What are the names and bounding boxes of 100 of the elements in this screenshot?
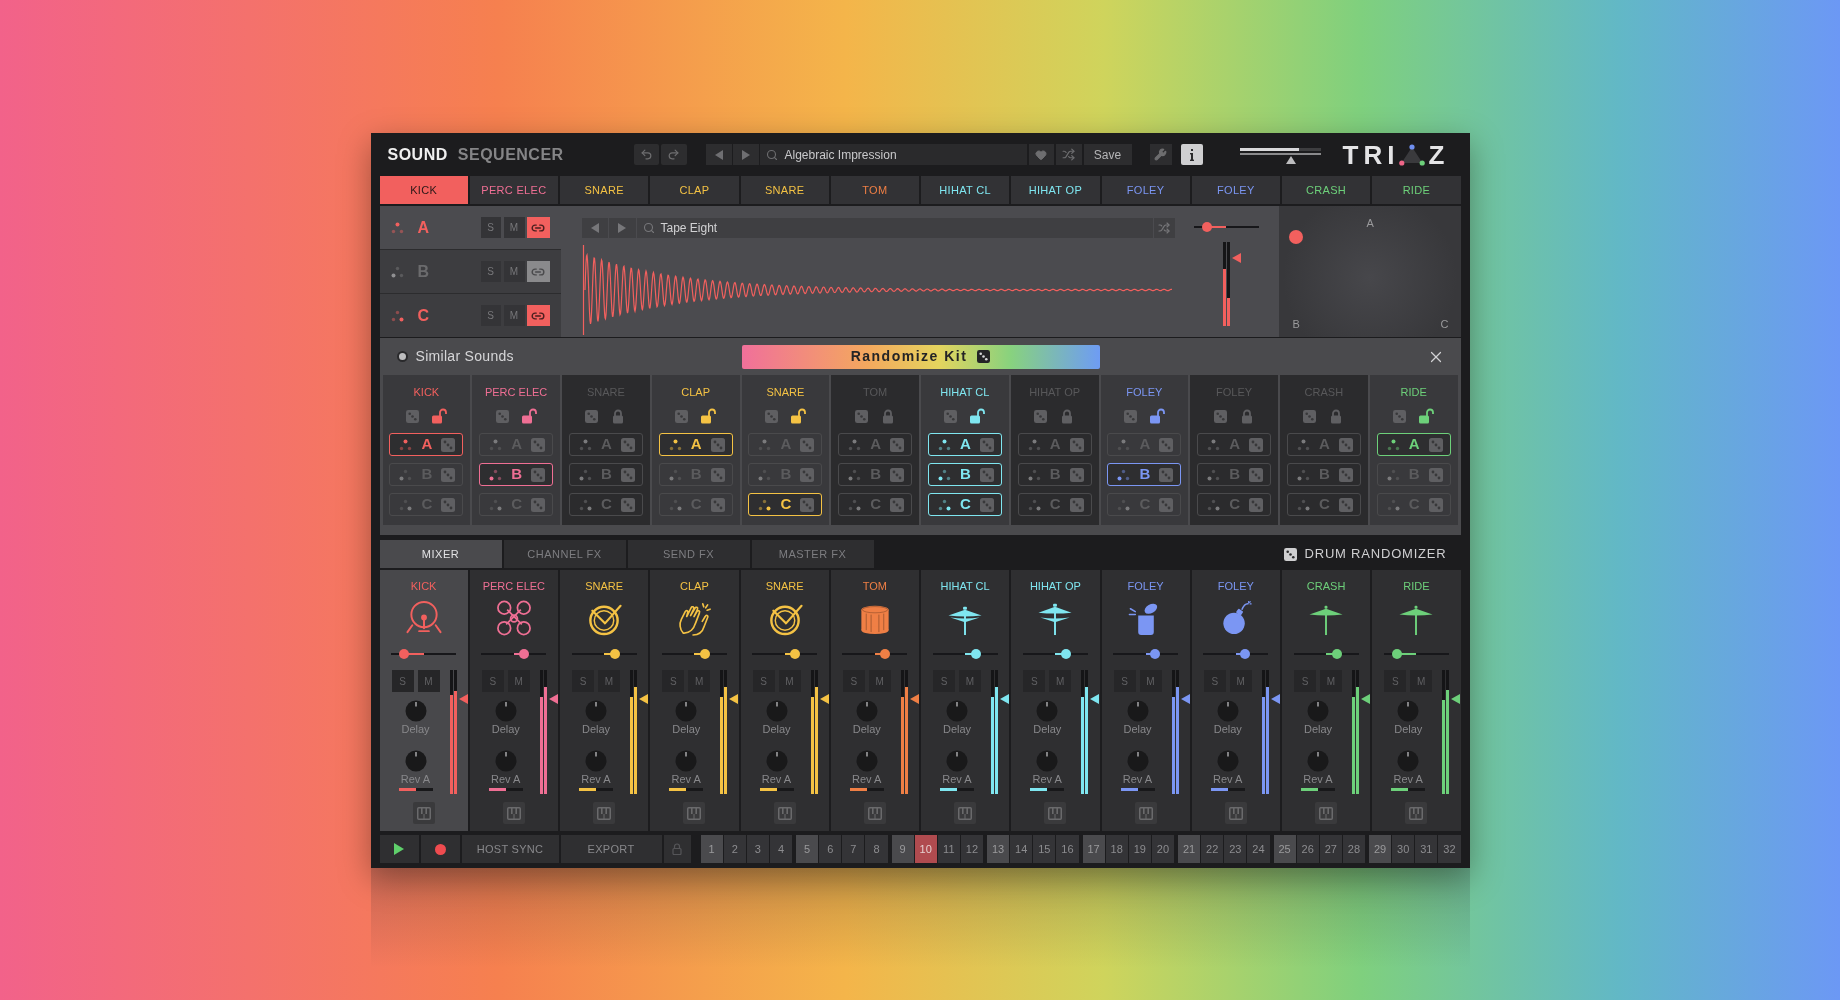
pan-slider[interactable] [661,649,727,659]
previous-button[interactable] [705,144,732,165]
next-sample-button[interactable] [608,218,636,238]
pan-slider[interactable] [1022,649,1088,659]
previous-sample-button[interactable] [581,218,608,238]
mixer-strip[interactable]: RIDE S M Delay Rev A [1372,570,1461,831]
step-button[interactable]: 5 [796,835,819,863]
similar-sounds-toggle[interactable] [396,351,408,362]
slider-thumb[interactable] [1239,649,1250,659]
fader-handle[interactable] [1361,693,1370,704]
favorite-button[interactable] [1028,144,1054,165]
mixer-tab[interactable]: SEND FX [627,540,750,568]
preset-search-field[interactable]: Algebraic Impression [759,144,1027,165]
record-button[interactable] [420,835,460,863]
mixer-tab[interactable]: CHANNEL FX [503,540,626,568]
solo-button[interactable]: S [480,261,501,282]
step-button[interactable]: 1 [700,835,723,863]
link-button[interactable] [526,217,550,238]
delay-knob[interactable] [1307,700,1329,722]
slider-thumb[interactable] [519,649,530,659]
pan-slider[interactable] [1203,649,1269,659]
step-button[interactable]: 32 [1438,835,1461,863]
mute-button[interactable]: M [959,670,981,692]
delay-knob[interactable] [585,700,607,722]
step-button[interactable]: 28 [1342,835,1365,863]
delay-knob[interactable] [404,700,427,722]
layer-button[interactable]: A [1376,433,1451,456]
save-button[interactable]: Save [1083,144,1132,165]
pan-slider[interactable] [571,649,637,659]
instrument-tab[interactable]: SNARE [740,176,829,204]
dice-icon[interactable] [405,409,419,423]
step-button[interactable]: 8 [865,835,888,863]
export-button[interactable]: EXPORT [560,835,662,863]
keyboard-button[interactable] [863,802,886,824]
mixer-tab[interactable]: MASTER FX [751,540,874,568]
mute-button[interactable]: M [503,217,525,238]
xy-handle[interactable] [1288,230,1303,244]
fader-handle[interactable] [1000,693,1009,704]
mute-button[interactable]: M [1049,670,1072,692]
unlock-icon[interactable] [1418,408,1435,424]
keyboard-button[interactable] [1044,802,1067,824]
mixer-strip[interactable]: CLAP S M Delay Rev A [650,570,739,831]
step-button[interactable]: 6 [819,835,842,863]
layer-row[interactable]: C S M [379,294,561,337]
sample-search-field[interactable]: Tape Eight [636,218,1153,238]
dice-icon[interactable] [1123,409,1137,423]
pan-slider[interactable] [1383,649,1449,659]
reverb-knob[interactable] [946,750,968,772]
settings-button[interactable] [1149,144,1172,165]
view-tab[interactable]: SOUND [387,144,448,165]
instrument-tab[interactable]: HIHAT CL [921,176,1010,204]
slider-thumb[interactable] [399,649,410,659]
step-button[interactable]: 17 [1082,835,1105,863]
instrument-tab[interactable]: FOLEY [1191,176,1280,204]
delay-knob[interactable] [946,700,968,722]
slider-thumb[interactable] [1201,222,1212,232]
info-button[interactable] [1180,144,1203,165]
step-button[interactable]: 22 [1201,835,1224,863]
instrument-tab[interactable]: SNARE [560,176,649,204]
drum-randomizer-button[interactable]: DRUM RANDOMIZER [1283,544,1447,564]
mute-button[interactable]: M [503,305,525,326]
randomize-kit-button[interactable]: Randomize Kit [741,344,1100,369]
keyboard-button[interactable] [1134,802,1157,824]
unlock-icon[interactable] [700,408,717,424]
instrument-tab[interactable]: CRASH [1282,176,1371,204]
reverb-knob[interactable] [404,750,427,772]
slider-thumb[interactable] [880,649,891,659]
step-button[interactable]: 26 [1296,835,1319,863]
step-button[interactable]: 23 [1224,835,1247,863]
instrument-tab[interactable]: HIHAT OP [1011,176,1100,204]
solo-button[interactable]: S [752,670,775,692]
step-button[interactable]: 29 [1369,835,1392,863]
step-button[interactable]: 24 [1247,835,1270,863]
mute-button[interactable]: M [507,670,530,692]
layer-row[interactable]: A S M [379,206,561,249]
layer-button[interactable]: B [927,463,1002,486]
slider-thumb[interactable] [1060,649,1071,659]
unlock-icon[interactable] [430,408,447,424]
pan-slider[interactable] [391,649,457,659]
dice-icon[interactable] [585,409,599,423]
solo-button[interactable]: S [480,305,501,326]
step-button[interactable]: 25 [1273,835,1296,863]
step-button[interactable]: 4 [769,835,792,863]
keyboard-button[interactable] [502,802,525,824]
step-button[interactable]: 31 [1415,835,1438,863]
fader-handle[interactable] [639,693,648,704]
reverb-knob[interactable] [1307,750,1329,772]
layer-button[interactable]: C [748,493,823,516]
keyboard-button[interactable] [1224,802,1247,824]
instrument-tab[interactable]: TOM [830,176,919,204]
dice-icon[interactable] [1034,409,1048,423]
step-button[interactable]: 21 [1178,835,1201,863]
step-button[interactable]: 15 [1033,835,1056,863]
solo-button[interactable]: S [1113,670,1136,692]
step-button[interactable]: 19 [1128,835,1151,863]
mixer-tab[interactable]: MIXER [379,540,502,568]
unlock-icon[interactable] [520,408,537,424]
slider-thumb[interactable] [1149,649,1160,659]
layer-button[interactable]: A [389,433,464,456]
keyboard-button[interactable] [412,802,435,824]
